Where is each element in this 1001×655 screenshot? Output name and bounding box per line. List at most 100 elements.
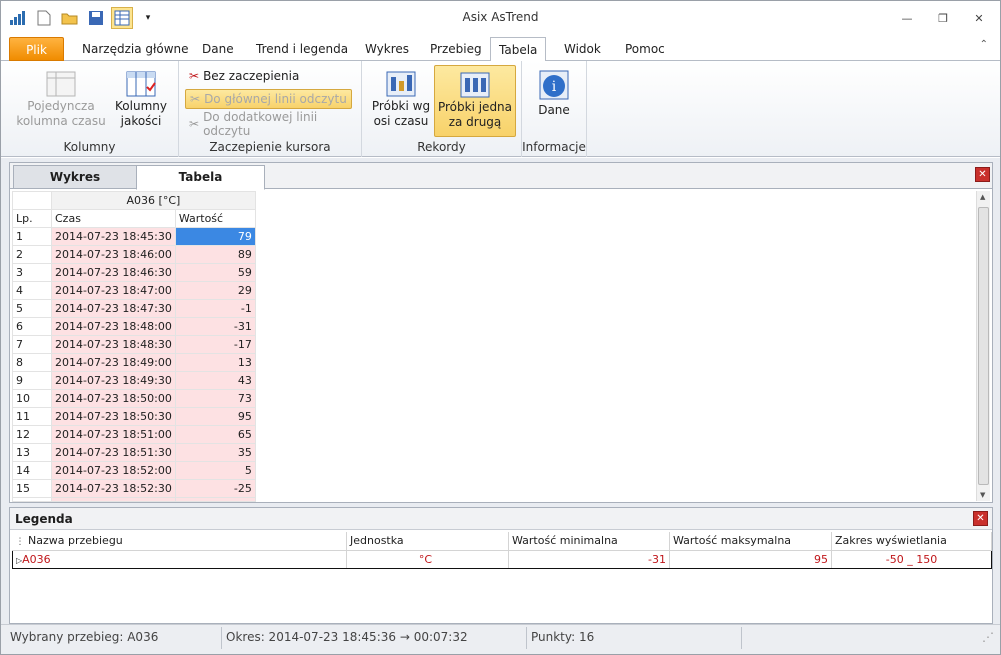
row-value-cell[interactable]: 5 [174,461,256,480]
legend-col-min[interactable]: Wartość minimalna [508,532,670,551]
table-row[interactable]: 13 2014-07-23 18:51:30 35 [12,443,256,462]
row-value-cell[interactable]: 89 [174,245,256,264]
row-time-cell[interactable]: 2014-07-23 18:52:30 [51,479,176,498]
row-value-cell[interactable]: -25 [174,479,256,498]
collapse-ribbon-icon[interactable]: ⌃ [980,39,988,50]
cursor-extra-line-option[interactable]: ✂ Do dodatkowej linii odczytu [185,110,361,138]
close-icon[interactable]: ✕ [968,9,990,27]
row-value-cell[interactable]: 59 [174,263,256,282]
row-time-cell[interactable]: 2014-07-23 18:48:00 [51,317,176,336]
row-time-cell[interactable]: 2014-07-23 18:50:30 [51,407,176,426]
row-lp-cell[interactable]: 11 [12,407,52,426]
table-row[interactable]: 1 2014-07-23 18:45:30 79 [12,227,256,246]
tab-trend-i-legenda[interactable]: Trend i legenda [248,37,356,61]
col-czas-header[interactable]: Czas [51,209,176,228]
row-time-cell[interactable]: 2014-07-23 18:48:30 [51,335,176,354]
row-lp-cell[interactable]: 2 [12,245,52,264]
row-value-cell[interactable]: 43 [174,371,256,390]
row-value-cell[interactable]: 95 [174,407,256,426]
table-row[interactable]: 6 2014-07-23 18:48:00 -31 [12,317,256,336]
row-time-cell[interactable]: 2014-07-23 18:51:30 [51,443,176,462]
row-lp-cell[interactable]: 4 [12,281,52,300]
table-row[interactable]: 10 2014-07-23 18:50:00 73 [12,389,256,408]
table-vertical-scrollbar[interactable]: ▲ ▼ [976,191,990,501]
table-row[interactable]: 12 2014-07-23 18:51:00 65 [12,425,256,444]
row-lp-cell[interactable]: 3 [12,263,52,282]
row-time-cell[interactable]: 2014-07-23 18:49:30 [51,371,176,390]
row-value-cell[interactable]: -31 [174,317,256,336]
row-time-cell[interactable]: 2014-07-23 18:50:00 [51,389,176,408]
scrollbar-thumb[interactable] [978,207,989,485]
samples-by-time-axis-button[interactable]: Próbki wg osi czasu [368,65,434,129]
tab-pomoc[interactable]: Pomoc [617,37,673,61]
resize-grip-icon[interactable]: ⋰ [982,630,994,644]
row-lp-cell[interactable]: 13 [12,443,52,462]
table-row[interactable]: 2 2014-07-23 18:46:00 89 [12,245,256,264]
row-lp-cell[interactable]: 12 [12,425,52,444]
legend-col-unit[interactable]: Jednostka [346,532,509,551]
table-row[interactable]: 3 2014-07-23 18:46:30 59 [12,263,256,282]
scroll-up-icon[interactable]: ▲ [980,193,985,201]
cursor-main-line-option[interactable]: ✂ Do głównej linii odczytu [185,89,352,109]
row-time-cell[interactable]: 2014-07-23 18:49:00 [51,353,176,372]
cursor-no-snap-option[interactable]: ✂ Bez zaczepienia [185,66,303,86]
tab-dane[interactable]: Dane [194,37,242,61]
row-lp-cell[interactable]: 8 [12,353,52,372]
tab-tabela[interactable]: Tabela [490,37,547,62]
row-lp-cell[interactable]: 15 [12,479,52,498]
row-value-cell[interactable]: 73 [174,389,256,408]
legend-col-max[interactable]: Wartość maksymalna [669,532,832,551]
table-row[interactable]: 15 2014-07-23 18:52:30 -25 [12,479,256,498]
tab-widok[interactable]: Widok [556,37,609,61]
panel-tab-tabela[interactable]: Tabela [136,165,265,190]
row-value-cell[interactable]: 65 [174,425,256,444]
col-lp-header[interactable]: Lp. [12,209,52,228]
row-time-cell[interactable]: 2014-07-23 18:45:30 [51,227,176,246]
row-value-cell[interactable]: 79 [174,227,256,246]
row-time-cell[interactable]: 2014-07-23 18:51:00 [51,425,176,444]
row-lp-cell[interactable]: 14 [12,461,52,480]
col-wartosc-header[interactable]: Wartość [174,209,256,228]
panel-close-icon[interactable]: ✕ [975,167,990,182]
table-row[interactable]: 7 2014-07-23 18:48:30 -17 [12,335,256,354]
tab-narzedzia-glowne[interactable]: Narzędzia główne [74,37,197,61]
minimize-icon[interactable]: — [896,9,918,27]
tab-plik[interactable]: Plik [9,37,64,61]
row-time-cell[interactable]: 2014-07-23 18:52:00 [51,461,176,480]
row-time-cell[interactable]: 2014-07-23 18:47:00 [51,281,176,300]
row-time-cell[interactable]: 2014-07-23 18:47:30 [51,299,176,318]
table-row[interactable]: 8 2014-07-23 18:49:00 13 [12,353,256,372]
table-row[interactable]: 14 2014-07-23 18:52:00 5 [12,461,256,480]
row-value-cell[interactable]: -1 [174,299,256,318]
data-info-button[interactable]: i Dane [528,65,580,118]
legend-row[interactable]: ▷A036 °C -31 95 -50 _ 150 [12,549,992,569]
table-row[interactable]: 9 2014-07-23 18:49:30 43 [12,371,256,390]
table-row[interactable]: 5 2014-07-23 18:47:30 -1 [12,299,256,318]
scroll-down-icon[interactable]: ▼ [980,491,985,499]
quality-columns-button[interactable]: Kolumny jakości [111,65,171,129]
tab-przebieg[interactable]: Przebieg [422,37,490,61]
row-lp-cell[interactable]: 5 [12,299,52,318]
samples-one-after-another-button[interactable]: Próbki jedna za drugą [434,65,516,137]
legend-close-icon[interactable]: ✕ [973,511,988,526]
table-row[interactable]: 11 2014-07-23 18:50:30 95 [12,407,256,426]
row-value-cell[interactable]: 35 [174,443,256,462]
row-lp-cell[interactable]: 10 [12,389,52,408]
row-value-cell[interactable]: 29 [174,281,256,300]
legend-col-range[interactable]: Zakres wyświetlania [831,532,992,551]
row-lp-cell[interactable]: 9 [12,371,52,390]
table-row[interactable]: 4 2014-07-23 18:47:00 29 [12,281,256,300]
row-time-cell[interactable]: 2014-07-23 18:46:00 [51,245,176,264]
row-lp-cell[interactable]: 6 [12,317,52,336]
single-time-column-button[interactable]: Pojedyncza kolumna czasu [15,65,107,129]
row-value-cell[interactable]: 13 [174,353,256,372]
tab-wykres[interactable]: Wykres [357,37,417,61]
row-lp-cell[interactable]: 1 [12,227,52,246]
row-lp-cell[interactable]: 7 [12,335,52,354]
restore-icon[interactable]: ❐ [932,9,954,27]
column-chooser-icon[interactable]: ⋮ [16,537,25,547]
row-time-cell[interactable]: 2014-07-23 18:46:30 [51,263,176,282]
row-value-cell[interactable]: -17 [174,335,256,354]
panel-tab-wykres[interactable]: Wykres [13,165,137,189]
legend-col-name[interactable]: ⋮ Nazwa przebiegu [12,532,347,551]
